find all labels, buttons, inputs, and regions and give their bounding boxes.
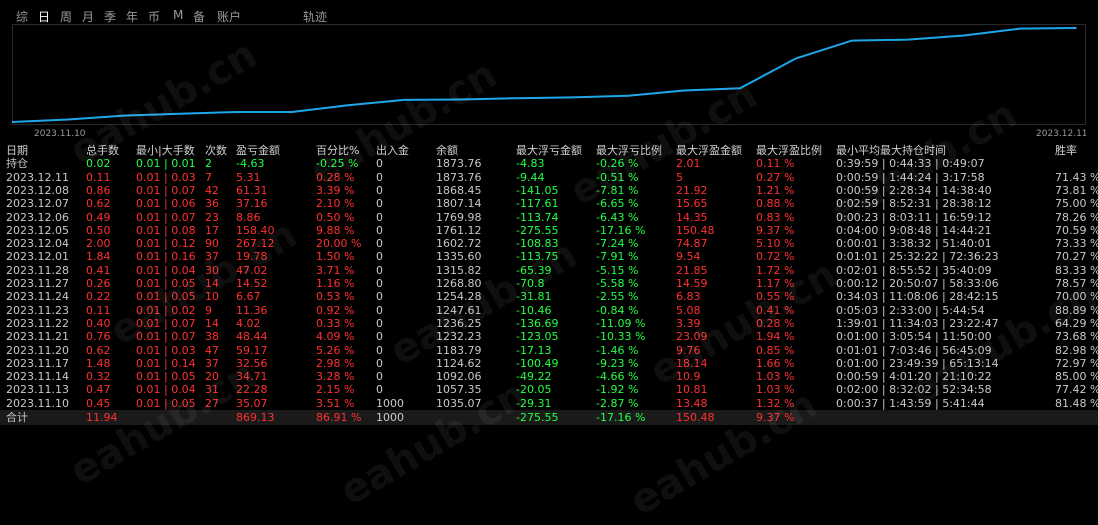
tab-10[interactable]: 轨迹	[303, 8, 327, 25]
x-label-end: 2023.12.11	[1036, 129, 1086, 138]
equity-chart: 2023.11.10 2023.12.11	[11, 24, 1088, 139]
cell-col-13: 81.48 %	[1055, 396, 1098, 410]
tab-1[interactable]: 日	[38, 8, 50, 25]
tab-4[interactable]: 季	[104, 8, 116, 25]
equity-point-6	[347, 104, 349, 107]
cell-col-5: 86.91 %	[316, 411, 362, 424]
cell-col-1: 11.94	[86, 411, 118, 424]
chart-frame	[12, 24, 1086, 125]
equity-point-12	[683, 89, 685, 92]
equity-point-19	[1075, 27, 1077, 29]
cell-col-4: 869.13	[236, 411, 275, 424]
tab-3[interactable]: 月	[82, 8, 94, 25]
equity-chart-svg: 2023.11.10 2023.12.11	[11, 24, 1088, 139]
cell-col-1: 0.45	[86, 396, 111, 410]
equity-point-14	[795, 57, 797, 60]
equity-line	[11, 27, 1077, 123]
cell-col-12: 0:00:37 | 1:43:59 | 5:41:44	[836, 396, 985, 410]
cell-col-10: 13.48	[676, 396, 708, 410]
cell-col-5: 3.51 %	[316, 396, 355, 410]
cell-col-4: 35.07	[236, 396, 268, 410]
tab-9[interactable]: 账户	[217, 8, 241, 25]
equity-point-1	[67, 118, 69, 121]
cell-col-10: 150.48	[676, 411, 715, 424]
tab-6[interactable]: 币	[148, 8, 160, 25]
tab-5[interactable]: 年	[126, 8, 138, 25]
equity-point-4	[235, 111, 237, 113]
cell-col-2: 0.01 | 0.05	[136, 396, 196, 410]
cell-col-7: 1035.07	[436, 396, 482, 410]
cell-col-8: -29.31	[516, 396, 552, 410]
tab-2[interactable]: 周	[60, 8, 72, 25]
cell-col-9: -17.16 %	[596, 411, 646, 424]
equity-point-10	[571, 96, 573, 99]
cell-col-11: 1.32 %	[756, 396, 795, 410]
equity-point-3	[179, 113, 181, 115]
equity-point-17	[963, 34, 965, 37]
tab-8[interactable]: 备	[193, 8, 205, 25]
cell-col-3: 27	[205, 396, 219, 410]
equity-point-13	[739, 87, 741, 90]
equity-point-15	[851, 39, 853, 42]
tab-0[interactable]: 综	[16, 8, 28, 25]
cell-col-9: -2.87 %	[596, 396, 639, 410]
cell-col-0: 合计	[6, 411, 28, 424]
cell-col-0: 2023.11.10	[6, 396, 69, 410]
cell-col-8: -275.55	[516, 411, 559, 424]
cell-col-6: 1000	[376, 396, 404, 410]
equity-point-2	[123, 114, 125, 117]
cell-col-6: 1000	[376, 411, 404, 424]
x-label-start: 2023.11.10	[34, 129, 86, 138]
equity-point-11	[627, 95, 629, 97]
cell-col-11: 9.37 %	[756, 411, 795, 424]
table-row[interactable]: 2023.11.10 0.45 0.01 | 0.05 27 35.07 3.51 % 10…	[0, 396, 1098, 411]
equity-point-18	[1019, 27, 1021, 30]
period-tabs: 综日周月季年币 M 备账户 轨迹	[0, 0, 1098, 26]
equity-point-7	[403, 99, 405, 101]
equity-point-8	[459, 98, 461, 101]
equity-point-5	[291, 111, 293, 113]
equity-point-16	[907, 38, 909, 41]
equity-point-9	[515, 97, 517, 99]
total-row: 合计 11.94 869.13 86.91 % 1000 -275.55 -17.16 % 1…	[0, 410, 1098, 425]
tab-7[interactable]: M	[173, 8, 183, 22]
